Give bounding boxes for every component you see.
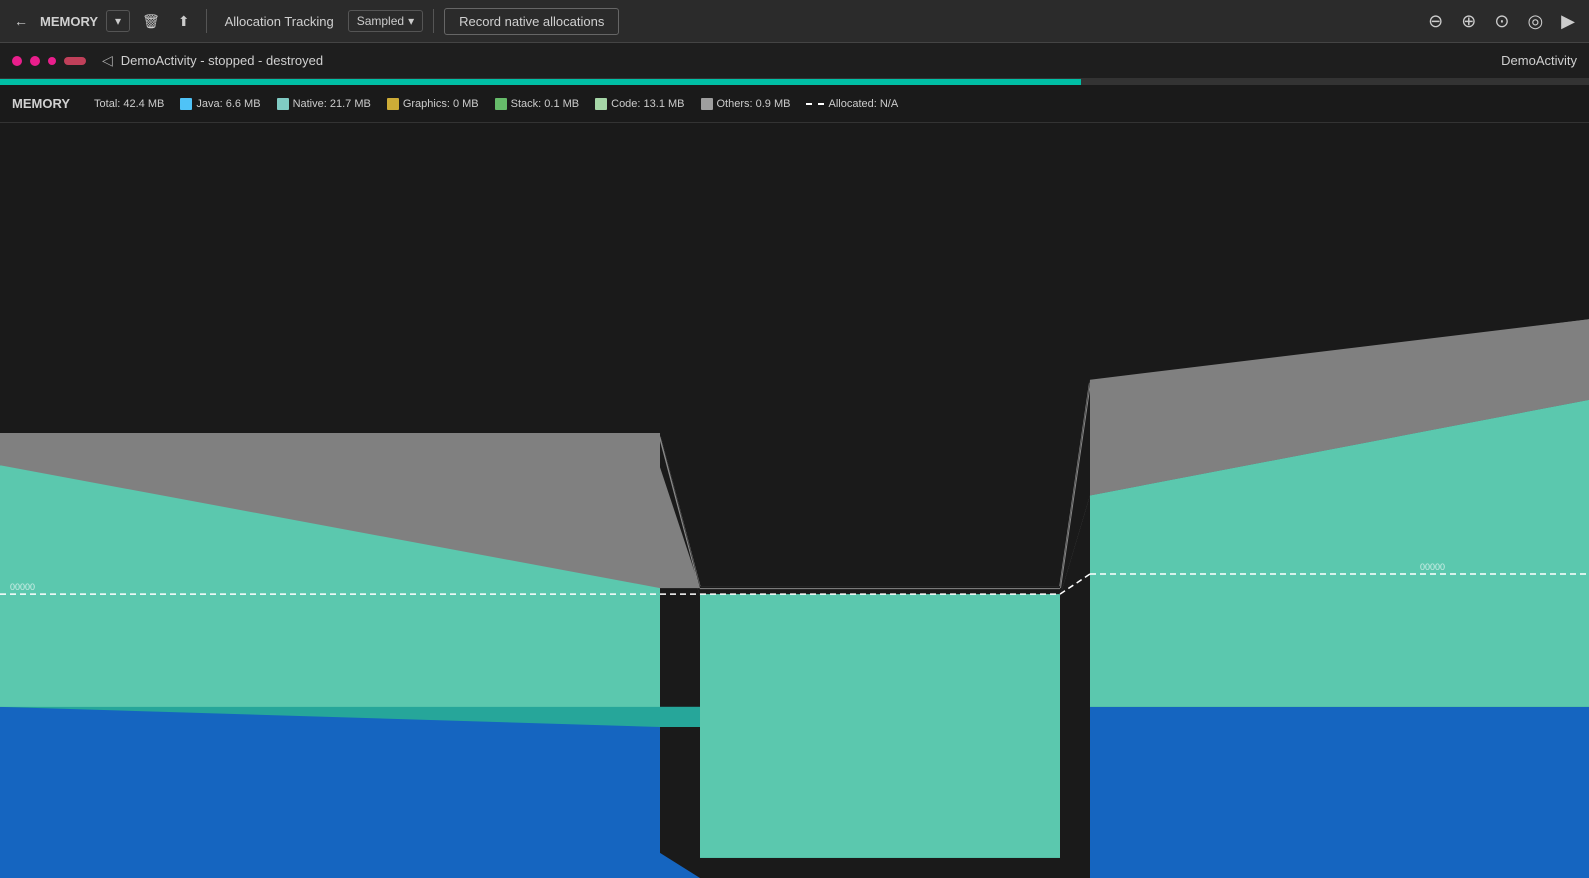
code-color-box <box>595 98 607 110</box>
legend-bar: MEMORY Total: 42.4 MB Java: 6.6 MB Nativ… <box>0 85 1589 123</box>
status-bar: ◁ DemoActivity - stopped - destroyed Dem… <box>0 43 1589 79</box>
legend-allocated: Allocated: N/A <box>806 98 898 110</box>
others-color-box <box>701 98 713 110</box>
dashed-label-right: 00000 <box>1420 562 1445 572</box>
zoom-out-button[interactable]: ⊖ <box>1422 9 1449 34</box>
dot-2 <box>30 56 40 66</box>
legend-java: Java: 6.6 MB <box>180 98 260 110</box>
app-label: MEMORY <box>40 14 98 29</box>
export-button[interactable]: ⬆ <box>172 9 196 34</box>
legend-code: Code: 13.1 MB <box>595 98 684 110</box>
dashed-label-left: 00000 <box>10 582 35 592</box>
separator-1 <box>206 9 207 33</box>
zoom-in-button[interactable]: ⊕ <box>1455 9 1482 34</box>
chart-container: - 48 MB 50000 - 16 50000 <box>0 123 1589 878</box>
toolbar-right: ⊖ ⊕ ⊙ ◎ ▶ <box>1422 9 1581 34</box>
alloc-tracking-label: Allocation Tracking <box>217 14 342 29</box>
java-color-box <box>180 98 192 110</box>
frame-select-button[interactable]: ◎ <box>1521 9 1549 34</box>
allocated-dashed <box>806 103 824 105</box>
native-color-box <box>277 98 289 110</box>
toolbar: ← MEMORY ▾ 🗑 ⬆ Allocation Tracking Sampl… <box>0 0 1589 43</box>
app-dropdown[interactable]: ▾ <box>106 10 130 32</box>
legend-graphics: Graphics: 0 MB <box>387 98 479 110</box>
play-pause-button[interactable]: ▶ <box>1555 9 1581 34</box>
back-button[interactable]: ← <box>8 9 34 33</box>
reset-zoom-button[interactable]: ⊙ <box>1488 9 1515 34</box>
java-layer-right <box>1090 707 1589 878</box>
delete-button[interactable]: 🗑 <box>136 9 166 34</box>
stack-color-box <box>495 98 507 110</box>
timeline-bar <box>0 79 1589 85</box>
legend-native: Native: 21.7 MB <box>277 98 371 110</box>
java-layer-left <box>0 707 700 878</box>
separator-2 <box>433 9 434 33</box>
dot-4 <box>64 57 86 65</box>
legend-stack: Stack: 0.1 MB <box>495 98 579 110</box>
record-native-button[interactable]: Record native allocations <box>444 8 619 35</box>
dot-3 <box>48 57 56 65</box>
legend-total: Total: 42.4 MB <box>94 98 164 110</box>
sampled-dropdown[interactable]: Sampled ▾ <box>348 10 423 32</box>
timeline-progress <box>0 79 1081 85</box>
activity-status: DemoActivity - stopped - destroyed <box>121 53 323 68</box>
activity-right: DemoActivity <box>1501 53 1577 68</box>
play-icon: ◁ <box>102 52 113 69</box>
memory-label: MEMORY <box>12 96 70 111</box>
native-mid-2 <box>700 594 1060 858</box>
graphics-color-box <box>387 98 399 110</box>
legend-others: Others: 0.9 MB <box>701 98 791 110</box>
dot-1 <box>12 56 22 66</box>
memory-chart: 00000 00000 <box>0 123 1589 878</box>
